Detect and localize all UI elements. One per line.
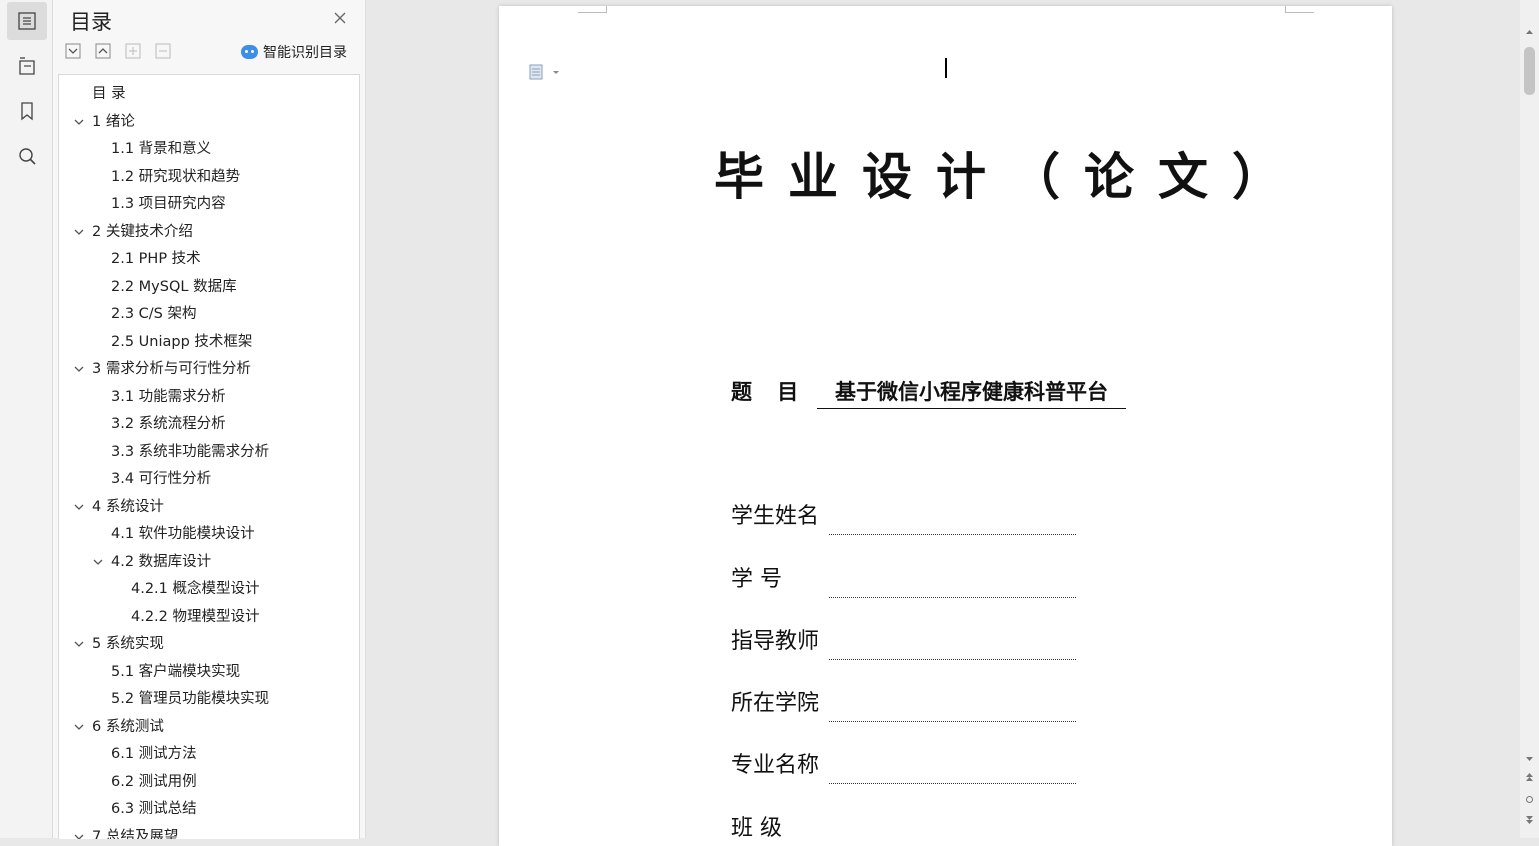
chevron-down-icon[interactable] bbox=[73, 721, 85, 733]
toc-item[interactable]: 1.2 研究现状和趋势 bbox=[111, 167, 240, 187]
cover-field-line[interactable] bbox=[829, 783, 1076, 784]
scroll-down-icon[interactable] bbox=[1525, 754, 1534, 763]
toc-item[interactable]: 3 需求分析与可行性分析 bbox=[92, 359, 251, 379]
cover-field-line[interactable] bbox=[829, 597, 1076, 598]
search-icon[interactable] bbox=[7, 137, 47, 175]
prev-page-icon[interactable] bbox=[1525, 772, 1534, 781]
chevron-down-icon[interactable] bbox=[73, 363, 85, 375]
text-cursor bbox=[945, 58, 947, 78]
toc-item[interactable]: 3.4 可行性分析 bbox=[111, 469, 211, 489]
toc-item[interactable]: 5.2 管理员功能模块实现 bbox=[111, 689, 269, 709]
cover-field-label: 学 号 bbox=[731, 567, 782, 592]
chevron-down-icon[interactable] bbox=[73, 226, 85, 238]
toc-item[interactable]: 4 系统设计 bbox=[92, 497, 164, 517]
toc-item[interactable]: 5.1 客户端模块实现 bbox=[111, 662, 240, 682]
toc-item[interactable]: 2.2 MySQL 数据库 bbox=[111, 277, 237, 297]
toc-item[interactable]: 2.1 PHP 技术 bbox=[111, 249, 201, 269]
cover-field-line[interactable] bbox=[829, 721, 1076, 722]
topic-value: 基于微信小程序健康科普平台 bbox=[817, 376, 1126, 409]
cover-field-line[interactable] bbox=[829, 659, 1076, 660]
crop-mark-right bbox=[1285, 6, 1314, 13]
toc-item[interactable]: 1.3 项目研究内容 bbox=[111, 194, 226, 214]
scroll-up-icon[interactable] bbox=[1525, 28, 1534, 37]
toc-item[interactable]: 3.3 系统非功能需求分析 bbox=[111, 442, 269, 462]
remove-level-icon[interactable] bbox=[155, 43, 171, 59]
cover-field-label: 学生姓名 bbox=[731, 504, 820, 529]
expand-all-icon[interactable] bbox=[65, 43, 81, 59]
smart-toc-label: 智能识别目录 bbox=[263, 45, 347, 61]
chevron-down-icon[interactable] bbox=[73, 116, 85, 128]
topic-label: 题 目 bbox=[731, 380, 799, 404]
page-select-icon[interactable] bbox=[1525, 795, 1534, 804]
toc-item[interactable]: 4.1 软件功能模块设计 bbox=[111, 524, 255, 544]
add-level-icon[interactable] bbox=[125, 43, 141, 59]
scrollbar-thumb[interactable] bbox=[1524, 47, 1535, 95]
toc-item[interactable]: 5 系统实现 bbox=[92, 634, 164, 654]
toc-tree: 目 录 1 绪论 1.1 背景和意义 1.2 研究现状和趋势 1.3 项目研究内容 2 关… bbox=[58, 74, 360, 839]
document-page[interactable]: 毕业设计（论文） 题 目 基于微信小程序健康科普平台 学生姓名学 号指导教师所在… bbox=[499, 6, 1392, 846]
toc-item[interactable]: 2.3 C/S 架构 bbox=[111, 304, 197, 324]
crop-mark-left bbox=[578, 6, 607, 13]
outline-icon[interactable] bbox=[7, 47, 47, 85]
toc-item[interactable]: 目 录 bbox=[92, 84, 126, 104]
toc-item[interactable]: 6.2 测试用例 bbox=[111, 772, 197, 792]
toc-item[interactable]: 6.1 测试方法 bbox=[111, 744, 197, 764]
toc-item[interactable]: 4.2 数据库设计 bbox=[111, 552, 211, 572]
toc-item[interactable]: 6 系统测试 bbox=[92, 717, 164, 737]
toc-item[interactable]: 4.2.1 概念模型设计 bbox=[131, 579, 260, 599]
vertical-scrollbar[interactable] bbox=[1520, 0, 1539, 838]
cover-field-line[interactable] bbox=[829, 534, 1076, 535]
toc-item[interactable]: 1 绪论 bbox=[92, 112, 135, 132]
chevron-down-icon[interactable] bbox=[92, 556, 104, 568]
toc-item[interactable]: 3.1 功能需求分析 bbox=[111, 387, 226, 407]
toc-item[interactable]: 7 总结及展望 bbox=[92, 827, 178, 840]
toc-item[interactable]: 2 关键技术介绍 bbox=[92, 222, 193, 242]
thesis-title: 毕业设计（论文） bbox=[714, 147, 1306, 206]
cover-field-label: 班 级 bbox=[731, 816, 782, 841]
cover-field-label: 所在学院 bbox=[731, 691, 820, 716]
chevron-down-icon[interactable] bbox=[73, 501, 85, 513]
toc-item[interactable]: 1.1 背景和意义 bbox=[111, 139, 211, 159]
next-page-icon[interactable] bbox=[1525, 816, 1534, 825]
toc-icon[interactable] bbox=[7, 2, 47, 40]
smart-toc-button[interactable]: 智能识别目录 bbox=[241, 42, 347, 62]
bookmark-icon[interactable] bbox=[7, 92, 47, 130]
toc-item[interactable]: 4.2.2 物理模型设计 bbox=[131, 607, 260, 627]
close-icon[interactable] bbox=[332, 10, 348, 26]
toc-item[interactable]: 2.5 Uniapp 技术框架 bbox=[111, 332, 252, 352]
toc-panel: 目录 智能识别目录 目 录 1 绪论 1.1 背景和意义 1.2 研究现状和趋势 1.3… bbox=[53, 0, 366, 839]
ai-robot-icon bbox=[241, 45, 258, 59]
left-icon-rail bbox=[0, 0, 53, 838]
cover-field-label: 指导教师 bbox=[731, 629, 820, 654]
cover-field-label: 专业名称 bbox=[731, 753, 820, 778]
chevron-down-icon[interactable] bbox=[73, 638, 85, 650]
toc-item[interactable]: 6.3 测试总结 bbox=[111, 799, 197, 819]
paste-options-icon[interactable] bbox=[529, 64, 563, 80]
document-area[interactable]: 毕业设计（论文） 题 目 基于微信小程序健康科普平台 学生姓名学 号指导教师所在… bbox=[366, 0, 1520, 846]
collapse-all-icon[interactable] bbox=[95, 43, 111, 59]
toc-item[interactable]: 3.2 系统流程分析 bbox=[111, 414, 226, 434]
toc-panel-title: 目录 bbox=[70, 10, 112, 34]
